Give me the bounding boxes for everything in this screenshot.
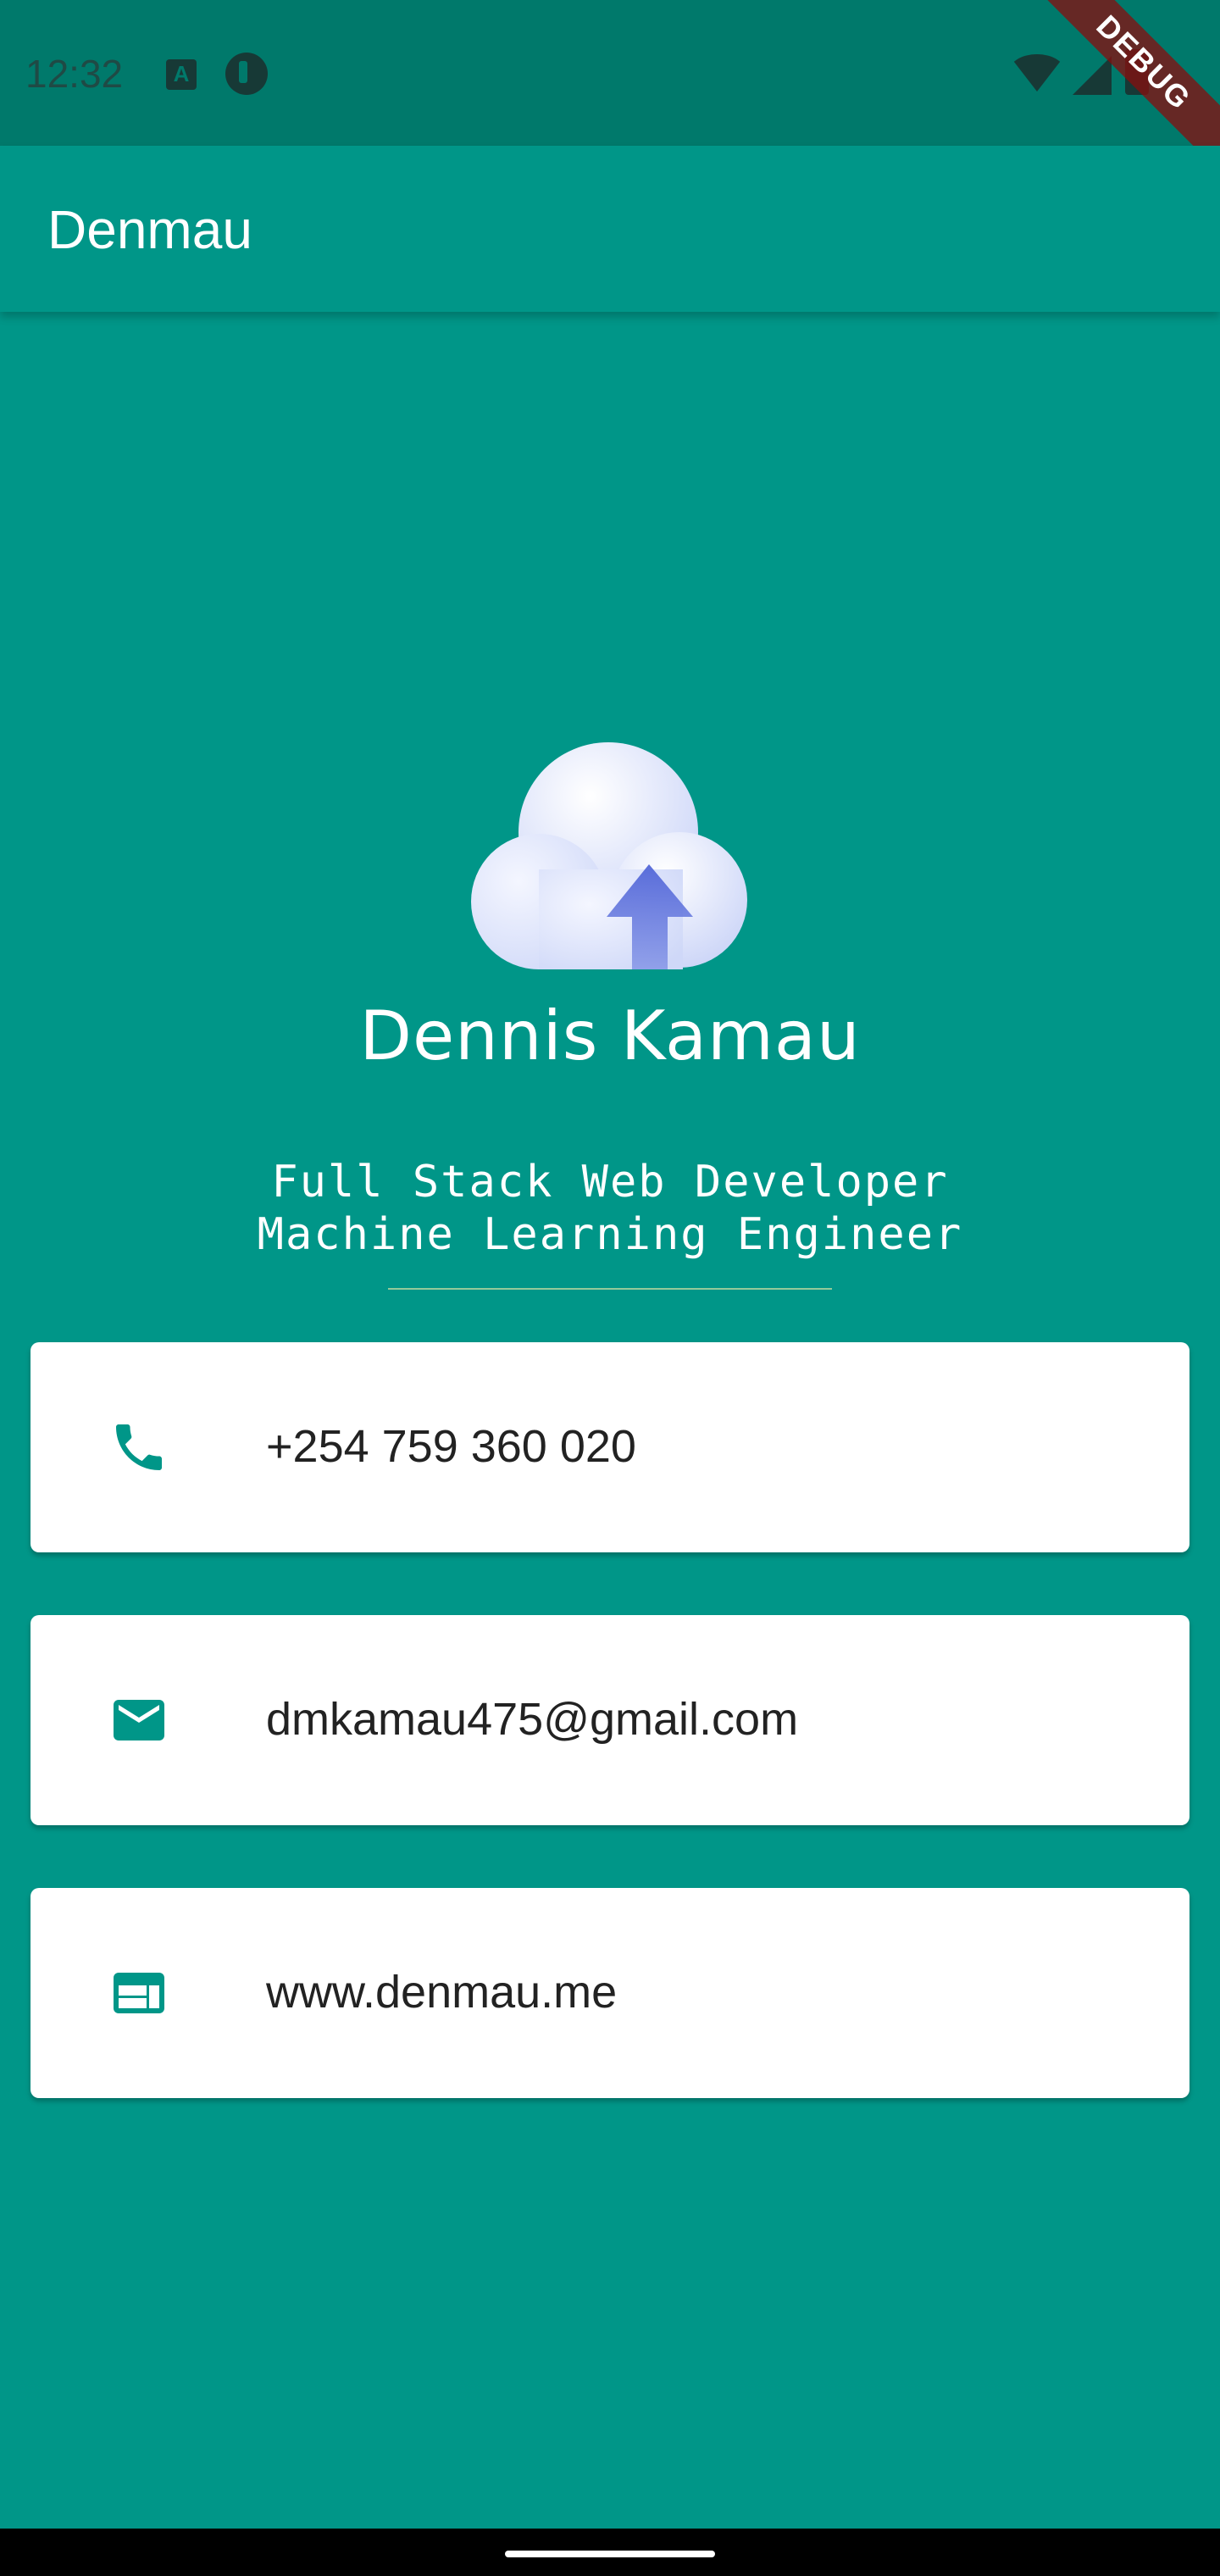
app-bar: Denmau <box>0 146 1220 312</box>
app-title: Denmau <box>47 199 252 260</box>
status-bar: 12:32 A <box>0 0 1220 146</box>
status-time: 12:32 <box>25 52 124 96</box>
phone-text: +254 759 360 020 <box>266 1421 636 1472</box>
email-card[interactable]: dmkamau475@gmail.com <box>30 1615 1190 1825</box>
home-handle[interactable] <box>505 2551 715 2557</box>
profile-titles: Full Stack Web Developer Machine Learnin… <box>0 1156 1220 1261</box>
profile-title-2: Machine Learning Engineer <box>257 1209 963 1260</box>
alert-circle-icon <box>225 53 268 95</box>
web-icon <box>114 1973 164 2013</box>
email-text: dmkamau475@gmail.com <box>266 1694 799 1745</box>
divider <box>388 1288 832 1290</box>
phone-card[interactable]: +254 759 360 020 <box>30 1342 1190 1552</box>
navigation-bar <box>0 2529 1220 2576</box>
web-card[interactable]: www.denmau.me <box>30 1888 1190 2098</box>
cloud-upload-icon <box>471 742 747 969</box>
mail-icon <box>114 1700 164 1740</box>
wifi-off-icon <box>1008 54 1066 92</box>
profile-title-1: Full Stack Web Developer <box>271 1157 949 1208</box>
signal-icon <box>1073 56 1112 95</box>
web-text: www.denmau.me <box>266 1967 618 2018</box>
profile-name: Dennis Kamau <box>359 997 861 1075</box>
phone-icon <box>116 1424 162 1470</box>
a-badge-icon: A <box>166 59 197 90</box>
